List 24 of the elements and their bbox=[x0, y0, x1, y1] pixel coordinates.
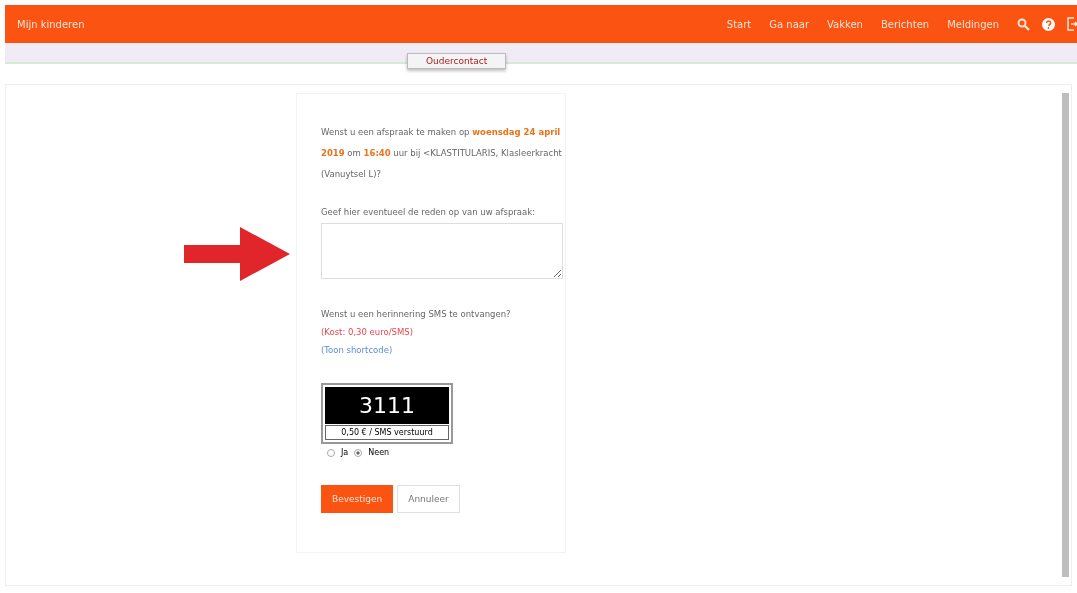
app-title[interactable]: Mijn kinderen bbox=[17, 18, 85, 30]
question-text: Wenst u een afspraak te maken op woensdag 24 april 2019 om 16:40 uur bij <KLASTITULARIS, Klasleerkracht (Vanuytsel L)? bbox=[321, 126, 563, 181]
search-icon[interactable] bbox=[1017, 17, 1030, 31]
help-icon[interactable] bbox=[1042, 17, 1055, 31]
confirm-button[interactable]: Bevestigen bbox=[321, 485, 394, 513]
logout-icon[interactable] bbox=[1067, 17, 1077, 31]
sms-question: Wenst u een herinnering SMS te ontvangen? bbox=[321, 309, 512, 319]
arrow-icon bbox=[184, 227, 290, 281]
nav-link[interactable]: Ga naar bbox=[769, 18, 810, 30]
radio-label: Neen bbox=[368, 448, 390, 457]
nav-link[interactable]: Berichten bbox=[880, 18, 930, 30]
cost-note: (Kost: 0,30 euro/SMS) bbox=[321, 327, 415, 337]
nav-link[interactable]: Vakken bbox=[827, 18, 863, 30]
nav-link[interactable]: Start bbox=[726, 18, 752, 30]
tab[interactable]: Oudercontact bbox=[407, 53, 507, 69]
sms-number: 3111 bbox=[325, 387, 449, 424]
cancel-button[interactable]: Annuleer bbox=[397, 485, 460, 513]
radio-button[interactable] bbox=[354, 448, 363, 457]
shortcode-link[interactable]: (Toon shortcode) bbox=[321, 345, 565, 355]
sms-caption: 0,50 € / SMS verstuurd bbox=[325, 425, 449, 440]
reason-label: Geef hier eventueel de reden op van uw afspraak: bbox=[321, 207, 536, 217]
radio-label: Ja bbox=[341, 448, 349, 457]
nav-link[interactable]: Meldingen bbox=[947, 18, 999, 30]
reason-field[interactable] bbox=[321, 223, 563, 279]
